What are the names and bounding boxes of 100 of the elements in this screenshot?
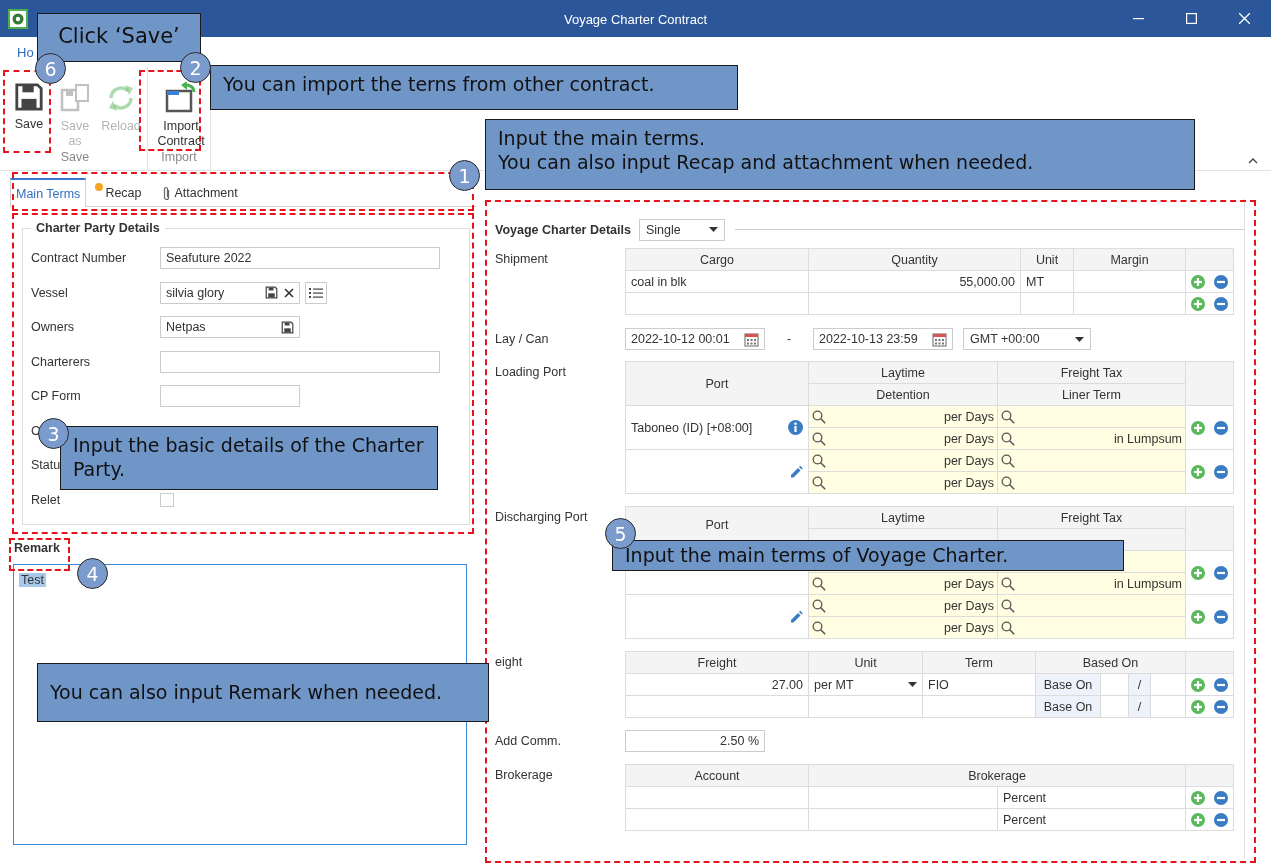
- import-contract-button[interactable]: Import Contract: [155, 82, 207, 151]
- pencil-icon[interactable]: [789, 464, 803, 479]
- minus-icon[interactable]: [1214, 790, 1228, 805]
- search-icon[interactable]: [1001, 409, 1015, 424]
- save-icon[interactable]: [281, 320, 294, 334]
- pencil-icon[interactable]: [789, 609, 803, 624]
- minus-icon[interactable]: [1214, 420, 1228, 435]
- search-icon[interactable]: [812, 431, 826, 446]
- range-separator: -: [785, 332, 793, 346]
- tab[interactable]: Main Terms: [10, 178, 87, 207]
- plus-icon[interactable]: [1191, 790, 1205, 805]
- lookup-field[interactable]: in Lumpsum: [997, 572, 1186, 595]
- field-label: Loading Port: [495, 364, 567, 379]
- ribbon-tab[interactable]: Ho: [17, 44, 34, 60]
- info-icon[interactable]: [788, 420, 803, 435]
- chevron-up-icon[interactable]: [1248, 158, 1258, 164]
- text-field[interactable]: Seafuture 2022: [160, 247, 440, 270]
- plus-icon[interactable]: [1191, 677, 1205, 692]
- lookup-field[interactable]: per Days: [808, 449, 998, 472]
- column-header: Liner Term: [997, 383, 1186, 406]
- table-cell: MT: [1020, 270, 1074, 293]
- minus-icon[interactable]: [1214, 812, 1228, 827]
- tab[interactable]: Recap: [94, 179, 148, 206]
- plus-icon[interactable]: [1191, 699, 1205, 714]
- save-icon[interactable]: [14, 82, 44, 112]
- text-field[interactable]: 2.50 %: [625, 730, 765, 752]
- search-icon[interactable]: [1001, 453, 1015, 468]
- lookup-field[interactable]: per Days: [808, 616, 998, 639]
- search-icon[interactable]: [1001, 431, 1015, 446]
- plus-icon[interactable]: [1191, 296, 1205, 311]
- field-label: Discharging Port: [495, 509, 589, 524]
- window-title: Voyage Charter Contract: [562, 12, 709, 27]
- field-label: Shipment: [495, 251, 549, 266]
- search-icon[interactable]: [1001, 576, 1015, 591]
- plus-icon[interactable]: [1191, 565, 1205, 580]
- lookup-field[interactable]: [997, 594, 1186, 617]
- search-icon[interactable]: [812, 475, 826, 490]
- column-header: Freight Tax: [997, 361, 1186, 384]
- lookup-field[interactable]: per Days: [808, 471, 998, 494]
- lookup-field[interactable]: silvia glory: [160, 281, 300, 304]
- minus-icon[interactable]: [1214, 677, 1228, 692]
- maximize-icon[interactable]: [1186, 13, 1197, 24]
- search-icon[interactable]: [812, 409, 826, 424]
- list-button[interactable]: [305, 281, 327, 304]
- table-cell: 55,000.00: [808, 270, 1021, 293]
- import-icon[interactable]: [164, 82, 198, 114]
- lookup-field[interactable]: [997, 405, 1186, 428]
- minus-icon[interactable]: [1214, 274, 1228, 289]
- lookup-field[interactable]: Netpas: [160, 316, 300, 339]
- minus-icon[interactable]: [1214, 296, 1228, 311]
- save-button[interactable]: Save: [6, 82, 52, 134]
- plus-icon[interactable]: [1191, 420, 1205, 435]
- close-icon[interactable]: [1239, 13, 1250, 24]
- date-field[interactable]: 2022-10-13 23:59: [813, 328, 953, 350]
- mode-dropdown[interactable]: Single: [638, 218, 725, 241]
- search-icon[interactable]: [812, 620, 826, 635]
- column-header: Detention: [808, 383, 998, 406]
- search-icon[interactable]: [1001, 620, 1015, 635]
- minus-icon[interactable]: [1214, 565, 1228, 580]
- timezone-dropdown[interactable]: GMT +00:00: [963, 328, 1091, 350]
- tab[interactable]: Attachment: [155, 179, 244, 206]
- callout: Input the basic details of the Charter Party.: [60, 426, 438, 490]
- calendar-icon[interactable]: [744, 331, 759, 347]
- lookup-field[interactable]: per Days: [808, 427, 998, 450]
- table-cell: Percent: [997, 808, 1186, 831]
- search-icon[interactable]: [812, 576, 826, 591]
- plus-icon[interactable]: [1191, 812, 1205, 827]
- text-field[interactable]: [160, 350, 440, 373]
- calendar-icon[interactable]: [932, 331, 947, 347]
- lookup-field[interactable]: [997, 616, 1186, 639]
- date-field[interactable]: 2022-10-12 00:01: [625, 328, 765, 350]
- plus-icon[interactable]: [1191, 609, 1205, 624]
- lookup-field[interactable]: per Days: [808, 572, 998, 595]
- plus-icon[interactable]: [1191, 274, 1205, 289]
- flag-dot: [95, 183, 104, 191]
- search-icon[interactable]: [812, 453, 826, 468]
- field-label: Owners: [31, 320, 76, 335]
- field-label: eight: [495, 654, 524, 669]
- lookup-field[interactable]: [997, 449, 1186, 472]
- clear-icon[interactable]: [284, 287, 294, 298]
- column-header: Quantity: [808, 248, 1021, 271]
- plus-icon[interactable]: [1191, 464, 1205, 479]
- group-label: Import: [160, 150, 198, 166]
- group-label: Save: [59, 150, 91, 166]
- lookup-field[interactable]: per Days: [808, 594, 998, 617]
- save-icon[interactable]: [265, 286, 278, 300]
- list-icon: [309, 286, 323, 299]
- text-field[interactable]: [160, 385, 300, 408]
- unit-dropdown[interactable]: per MT: [808, 673, 923, 696]
- lookup-field[interactable]: per Days: [808, 405, 998, 428]
- minus-icon[interactable]: [1214, 464, 1228, 479]
- lookup-field[interactable]: [997, 471, 1186, 494]
- minus-icon[interactable]: [1214, 609, 1228, 624]
- search-icon[interactable]: [812, 598, 826, 613]
- port-name: Taboneo (ID) [+08:00]: [631, 419, 753, 437]
- minus-icon[interactable]: [1214, 699, 1228, 714]
- checkbox[interactable]: [160, 492, 174, 507]
- search-icon[interactable]: [1001, 475, 1015, 490]
- search-icon[interactable]: [1001, 598, 1015, 613]
- lookup-field[interactable]: in Lumpsum: [997, 427, 1186, 450]
